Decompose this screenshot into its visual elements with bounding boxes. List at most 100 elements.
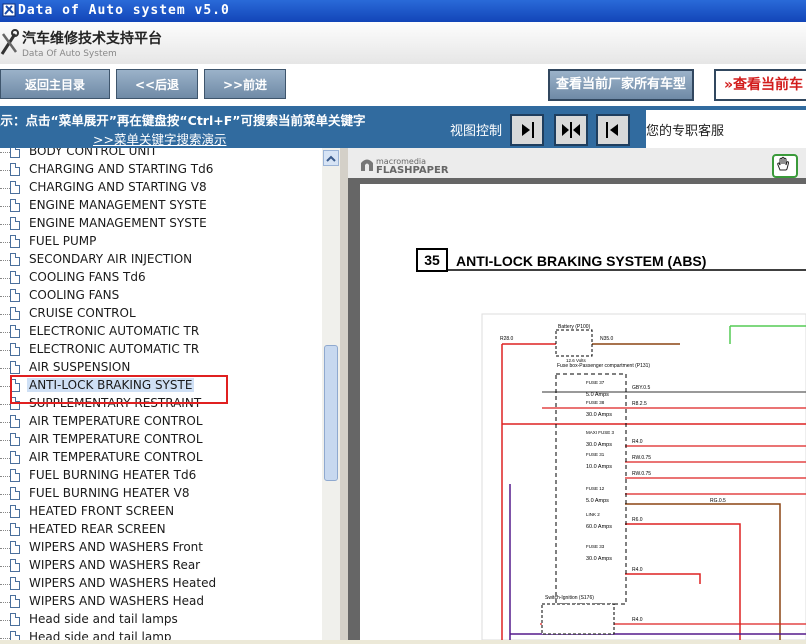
tree-connector xyxy=(0,548,10,549)
document-icon xyxy=(10,523,20,536)
tree-item[interactable]: CRUISE CONTROL xyxy=(0,305,322,323)
document-icon xyxy=(10,487,20,500)
all-models-button[interactable]: 查看当前厂家所有车型 xyxy=(548,69,694,101)
document-icon xyxy=(10,595,20,608)
current-model-label: 查看当前车 xyxy=(733,77,804,93)
chevron-up-icon xyxy=(326,155,336,162)
customer-service-text: 您的专职客服 xyxy=(646,124,725,139)
tree-item[interactable]: Head side and tail lamp xyxy=(0,629,322,640)
tree-item-label: WIPERS AND WASHERS Front xyxy=(29,540,203,554)
tree-connector xyxy=(0,620,10,621)
brand-text: FLASHPAPER xyxy=(376,165,449,176)
scroll-thumb[interactable] xyxy=(324,345,338,481)
tree-item[interactable]: WIPERS AND WASHERS Head xyxy=(0,593,322,611)
document-icon xyxy=(10,271,20,284)
document-icon xyxy=(10,469,20,482)
tree-item[interactable]: SECONDARY AIR INJECTION xyxy=(0,251,322,269)
tree-item-label: FUEL BURNING HEATER Td6 xyxy=(29,468,197,482)
svg-text:R4.0: R4.0 xyxy=(632,567,643,573)
forward-button[interactable]: >>前进 xyxy=(204,69,286,99)
tree-item-label: ENGINE MANAGEMENT SYSTE xyxy=(29,216,207,230)
tree-connector xyxy=(0,206,10,207)
document-icon xyxy=(10,361,20,374)
back-button[interactable]: <<后退 xyxy=(116,69,198,99)
document-page: 35 ANTI-LOCK BRAKING SYSTEM (ABS) Batter… xyxy=(360,184,806,641)
abs-wiring-diagram: 35 ANTI-LOCK BRAKING SYSTEM (ABS) Batter… xyxy=(416,248,806,641)
tree-item-label: WIPERS AND WASHERS Heated xyxy=(29,576,217,590)
tree-item[interactable]: CHARGING AND STARTING V8 xyxy=(0,179,322,197)
svg-text:FUSE 31: FUSE 31 xyxy=(586,452,605,457)
tree-item[interactable]: COOLING FANS xyxy=(0,287,322,305)
tree-connector xyxy=(0,404,10,405)
tree-connector xyxy=(0,188,10,189)
tools-logo-icon xyxy=(0,29,19,55)
customer-service-panel: 您的专职客服 xyxy=(646,110,806,148)
tree-connector xyxy=(0,440,10,441)
tree-connector xyxy=(0,422,10,423)
view-collapse-button[interactable] xyxy=(596,114,630,146)
document-icon xyxy=(10,181,20,194)
arrow-left-bar-icon xyxy=(606,122,618,138)
document-icon xyxy=(10,451,20,464)
scroll-up-button[interactable] xyxy=(323,150,339,166)
tree-connector xyxy=(0,332,10,333)
tree-item[interactable]: HEATED REAR SCREEN xyxy=(0,521,322,539)
tree-item[interactable]: COOLING FANS Td6 xyxy=(0,269,322,287)
tree-connector xyxy=(0,170,10,171)
tree-item[interactable]: ELECTRONIC AUTOMATIC TR xyxy=(0,323,322,341)
tree-item[interactable]: Head side and tail lamps xyxy=(0,611,322,629)
view-split-button[interactable] xyxy=(554,114,588,146)
tree-item[interactable]: AIR TEMPERATURE CONTROL xyxy=(0,413,322,431)
tree-item[interactable]: CHARGING AND STARTING Td6 xyxy=(0,161,322,179)
tree-connector xyxy=(0,350,10,351)
tree-item[interactable]: AIR TEMPERATURE CONTROL xyxy=(0,431,322,449)
tree-item[interactable]: BODY CONTROL UNIT xyxy=(0,148,322,161)
tree-connector xyxy=(0,458,10,459)
tree-item[interactable]: FUEL BURNING HEATER Td6 xyxy=(0,467,322,485)
pane-splitter[interactable] xyxy=(340,148,348,640)
tree-connector xyxy=(0,278,10,279)
tree-item[interactable]: WIPERS AND WASHERS Heated xyxy=(0,575,322,593)
search-demo-link[interactable]: >>菜单关键字搜索演示 xyxy=(93,129,226,148)
document-viewer: macromedia FLASHPAPER 35 ANTI-LOCK BRAKI… xyxy=(348,148,806,641)
tree-connector xyxy=(0,152,10,153)
tree-connector xyxy=(0,260,10,261)
home-button[interactable]: 返回主目录 xyxy=(0,69,110,99)
tree-item[interactable]: ENGINE MANAGEMENT SYSTE xyxy=(0,197,322,215)
tree-connector xyxy=(0,386,10,387)
tree-connector xyxy=(0,530,10,531)
pan-tool-button[interactable] xyxy=(772,154,798,178)
document-icon xyxy=(10,217,20,230)
window-titlebar: Data of Auto system v5.0 xyxy=(0,0,806,22)
tree-item-label: COOLING FANS Td6 xyxy=(29,270,146,284)
tree-scrollbar[interactable] xyxy=(322,148,340,640)
svg-text:30.0 Amps: 30.0 Amps xyxy=(586,442,612,448)
tree-item[interactable]: FUEL BURNING HEATER V8 xyxy=(0,485,322,503)
current-model-button[interactable]: »查看当前车 xyxy=(714,69,806,101)
tree-item[interactable]: ENGINE MANAGEMENT SYSTE xyxy=(0,215,322,233)
tree-item-label: ENGINE MANAGEMENT SYSTE xyxy=(29,198,207,212)
tree-connector xyxy=(0,494,10,495)
svg-text:R4.0: R4.0 xyxy=(632,439,643,445)
document-icon xyxy=(10,253,20,266)
svg-text:FUSE 38: FUSE 38 xyxy=(586,400,605,405)
tree-item[interactable]: WIPERS AND WASHERS Rear xyxy=(0,557,322,575)
document-icon xyxy=(10,343,20,356)
svg-text:MAXI FUSE 3: MAXI FUSE 3 xyxy=(586,430,615,435)
view-expand-button[interactable] xyxy=(510,114,544,146)
tree-item[interactable]: AIR TEMPERATURE CONTROL xyxy=(0,449,322,467)
document-icon xyxy=(10,325,20,338)
tree-item-label: CRUISE CONTROL xyxy=(29,306,136,320)
tree-item[interactable]: FUEL PUMP xyxy=(0,233,322,251)
tree-item[interactable]: WIPERS AND WASHERS Front xyxy=(0,539,322,557)
document-icon xyxy=(10,559,20,572)
tree-item[interactable]: ELECTRONIC AUTOMATIC TR xyxy=(0,341,322,359)
doc-number: 35 xyxy=(424,252,440,268)
tree-connector xyxy=(0,242,10,243)
document-icon xyxy=(10,415,20,428)
tree-item-label: WIPERS AND WASHERS Head xyxy=(29,594,205,608)
svg-text:5.0 Amps: 5.0 Amps xyxy=(586,498,609,504)
tree-item-label: FUEL BURNING HEATER V8 xyxy=(29,486,190,500)
svg-text:Switch-Ignition (S176): Switch-Ignition (S176) xyxy=(545,595,594,601)
tree-item[interactable]: HEATED FRONT SCREEN xyxy=(0,503,322,521)
